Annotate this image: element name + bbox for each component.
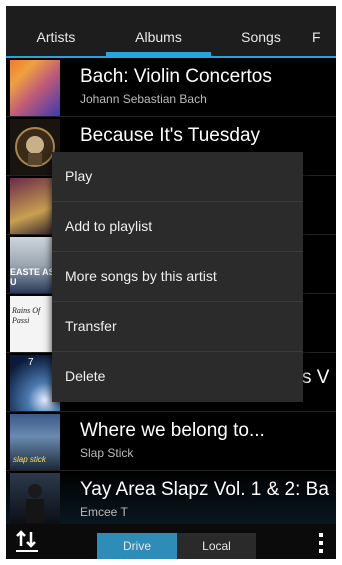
album-cover-yay-area <box>10 473 60 529</box>
sort-arrows-icon[interactable] <box>14 530 40 554</box>
menu-item-transfer[interactable]: Transfer <box>52 302 303 352</box>
album-title: Where we belong to... <box>80 420 265 441</box>
app-screen: Artists Albums Songs F Bach: Violin Conc… <box>6 6 336 559</box>
context-menu: Play Add to playlist More songs by this … <box>52 152 303 402</box>
tab-partial[interactable]: F <box>306 6 336 56</box>
menu-item-more-by-artist[interactable]: More songs by this artist <box>52 252 303 302</box>
album-artist: Slap Stick <box>80 446 134 460</box>
bottom-bar: Drive Local <box>6 524 336 559</box>
overflow-menu-icon[interactable] <box>316 532 326 554</box>
album-title: Bach: Violin Concertos <box>80 66 272 87</box>
album-cover-bach <box>10 60 60 116</box>
album-row-yay-area[interactable]: Yay Area Slapz Vol. 1 & 2: Ba Emcee T <box>6 471 336 530</box>
album-title: Yay Area Slapz Vol. 1 & 2: Ba <box>80 479 329 500</box>
album-artist: Johann Sebastian Bach <box>80 92 207 106</box>
menu-item-delete[interactable]: Delete <box>52 352 303 401</box>
tab-artists[interactable]: Artists <box>6 6 106 56</box>
album-artist: Emcee T <box>80 505 128 519</box>
cover-text: slap stick <box>13 455 46 464</box>
album-row-slapstick[interactable]: slap stick Where we belong to... Slap St… <box>6 412 336 471</box>
cover-text: 7 <box>28 357 34 368</box>
menu-item-add-to-playlist[interactable]: Add to playlist <box>52 202 303 252</box>
obscured-title-fragment: s V <box>302 367 330 388</box>
tab-songs[interactable]: Songs <box>211 6 311 56</box>
album-title: Because It's Tuesday <box>80 125 261 146</box>
tab-albums[interactable]: Albums <box>106 6 211 56</box>
tab-bar: Artists Albums Songs F <box>6 6 336 58</box>
album-cover-slapstick: slap stick <box>10 414 60 470</box>
drive-toggle[interactable]: Drive <box>97 533 177 559</box>
local-toggle[interactable]: Local <box>177 533 256 559</box>
album-row-bach[interactable]: Bach: Violin Concertos Johann Sebastian … <box>6 58 336 117</box>
menu-item-play[interactable]: Play <box>52 152 303 202</box>
